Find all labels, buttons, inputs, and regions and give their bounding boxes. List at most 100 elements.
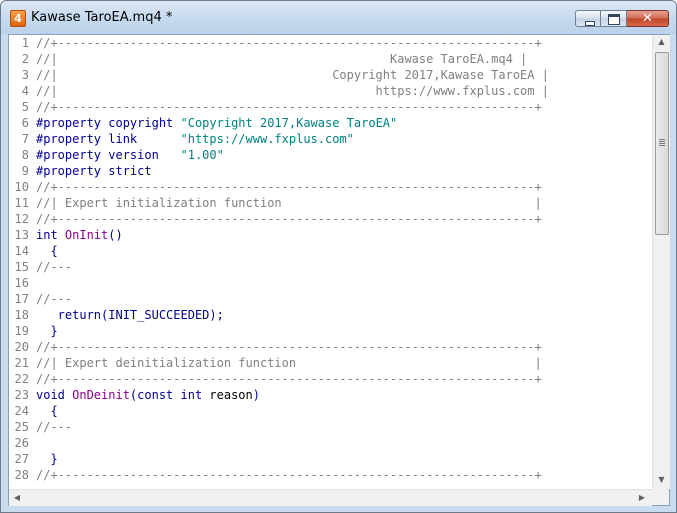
close-icon: ✕	[642, 11, 653, 26]
code-token-keyword: return	[36, 308, 102, 322]
code-token-keyword: void	[36, 388, 73, 402]
code-token-comment: //---	[36, 260, 73, 274]
code-token-keyword: #property copyright	[36, 116, 181, 130]
metaeditor-app-icon[interactable]: 4	[10, 10, 26, 27]
scroll-up-arrow-icon[interactable]: ▲	[653, 37, 670, 46]
code-line[interactable]: 5 //+------------------------------------…	[9, 100, 542, 116]
code-line[interactable]: 21 //| Expert deinitialization function |	[9, 356, 542, 372]
code-line[interactable]: 20 //+-----------------------------------…	[9, 340, 542, 356]
code-token-keyword: {	[36, 244, 58, 258]
code-token-keyword: (const int	[129, 388, 210, 402]
code-line[interactable]: 9 #property strict	[9, 164, 152, 180]
code-line[interactable]: 12 //+-----------------------------------…	[9, 212, 542, 228]
code-line[interactable]: 8 #property version "1.00"	[9, 148, 224, 164]
line-number: 4	[21, 84, 29, 98]
code-token-string: "https://www.fxplus.com"	[180, 132, 354, 146]
code-token-keyword: ()	[108, 228, 123, 242]
vertical-scrollbar[interactable]: ▲ ▼	[652, 35, 670, 489]
line-number: 23	[14, 388, 29, 402]
maximize-icon	[608, 14, 620, 25]
code-line[interactable]: 1 //+------------------------------------…	[9, 36, 542, 52]
scrollbar-corner	[652, 489, 669, 505]
code-token-keyword: )	[252, 388, 260, 402]
code-line[interactable]: 2 //| Kawase TaroEA.mq4 |	[9, 52, 528, 68]
code-line[interactable]: 23 void OnDeinit(const int reason)	[9, 388, 260, 404]
code-line[interactable]: 17 //---	[9, 292, 73, 308]
line-number: 21	[14, 356, 29, 370]
code-line[interactable]: 28 //+-----------------------------------…	[9, 468, 542, 484]
code-token-keyword: (INIT_SUCCEEDED);	[101, 308, 224, 322]
code-line[interactable]: 3 //| Copyright 2017,Kawase TaroEA |	[9, 68, 549, 84]
code-line[interactable]: 25 //---	[9, 420, 73, 436]
line-number: 10	[14, 180, 29, 194]
code-token-function: OnInit	[64, 228, 109, 242]
line-number: 15	[14, 260, 29, 274]
line-number: 24	[14, 404, 29, 418]
line-number: 5	[21, 100, 29, 114]
code-line[interactable]: 6 #property copyright "Copyright 2017,Kaw…	[9, 116, 397, 132]
code-token-comment: //+-------------------------------------…	[36, 180, 542, 194]
scroll-grip-icon	[659, 139, 665, 146]
code-editor[interactable]: 1 //+------------------------------------…	[9, 35, 652, 489]
scroll-left-arrow-icon[interactable]: ◀	[12, 493, 22, 502]
code-token-comment: //---	[36, 420, 73, 434]
code-token-keyword: #property strict	[36, 164, 152, 178]
code-token-comment: //+-------------------------------------…	[36, 212, 542, 226]
code-token-comment: //| Copyright 2017,Kawase TaroEA |	[36, 68, 549, 82]
line-number: 14	[14, 244, 29, 258]
minimize-icon	[585, 21, 595, 26]
code-line[interactable]: 14 {	[9, 244, 58, 260]
code-token-comment: //+-------------------------------------…	[36, 340, 542, 354]
code-line[interactable]: 13 int OnInit()	[9, 228, 123, 244]
caption-buttons: ✕	[575, 10, 669, 29]
code-line[interactable]: 10 //+-----------------------------------…	[9, 180, 542, 196]
scroll-right-arrow-icon[interactable]: ▶	[637, 493, 647, 502]
line-number: 8	[21, 148, 29, 162]
maximize-button[interactable]	[601, 10, 627, 27]
code-line[interactable]: 19 }	[9, 324, 58, 340]
code-token-string: "1.00"	[180, 148, 224, 162]
code-token-keyword: }	[36, 452, 58, 466]
minimize-button[interactable]	[575, 10, 601, 27]
line-number: 19	[14, 324, 29, 338]
code-line[interactable]: 16	[9, 276, 36, 292]
code-line[interactable]: 18 return(INIT_SUCCEEDED);	[9, 308, 224, 324]
code-line[interactable]: 26	[9, 436, 36, 452]
code-token-comment: //+-------------------------------------…	[36, 468, 542, 482]
code-line[interactable]: 24 {	[9, 404, 58, 420]
code-line[interactable]: 7 #property link "https://www.fxplus.com"	[9, 132, 354, 148]
code-line[interactable]: 15 //---	[9, 260, 73, 276]
line-number: 16	[14, 276, 29, 290]
code-token-comment: //| Expert deinitialization function |	[36, 356, 542, 370]
code-line[interactable]: 22 //+-----------------------------------…	[9, 372, 542, 388]
line-number: 3	[21, 68, 29, 82]
code-token-comment: //| Kawase TaroEA.mq4 |	[36, 52, 528, 66]
line-number: 12	[14, 212, 29, 226]
code-token-plain: reason	[209, 388, 253, 402]
code-token-comment: //---	[36, 292, 73, 306]
editor-client-area: 1 //+------------------------------------…	[8, 34, 670, 506]
scroll-down-arrow-icon[interactable]: ▼	[653, 475, 670, 484]
line-number: 6	[21, 116, 29, 130]
line-number: 26	[14, 436, 29, 450]
line-number: 20	[14, 340, 29, 354]
title-bar[interactable]: 4 Kawase TaroEA.mq4 * ✕	[1, 1, 676, 34]
code-token-keyword: #property version	[36, 148, 181, 162]
code-token-comment: //+-------------------------------------…	[36, 100, 542, 114]
close-button[interactable]: ✕	[627, 10, 669, 27]
code-line[interactable]: 11 //| Expert initialization function |	[9, 196, 542, 212]
horizontal-scrollbar[interactable]: ◀ ▶	[9, 489, 652, 506]
code-line[interactable]: 4 //| https://www.fxplus.com |	[9, 84, 549, 100]
line-number: 22	[14, 372, 29, 386]
line-number: 28	[14, 468, 29, 482]
line-number: 18	[14, 308, 29, 322]
line-number: 1	[21, 36, 29, 50]
code-token-keyword: }	[36, 324, 58, 338]
line-number: 2	[21, 52, 29, 66]
vertical-scroll-thumb[interactable]	[655, 52, 669, 235]
code-token-comment: //+-------------------------------------…	[36, 36, 542, 50]
code-token-comment: //+-------------------------------------…	[36, 372, 542, 386]
code-line[interactable]: 27 }	[9, 452, 58, 468]
code-token-comment: //| Expert initialization function |	[36, 196, 542, 210]
line-number: 13	[14, 228, 29, 242]
